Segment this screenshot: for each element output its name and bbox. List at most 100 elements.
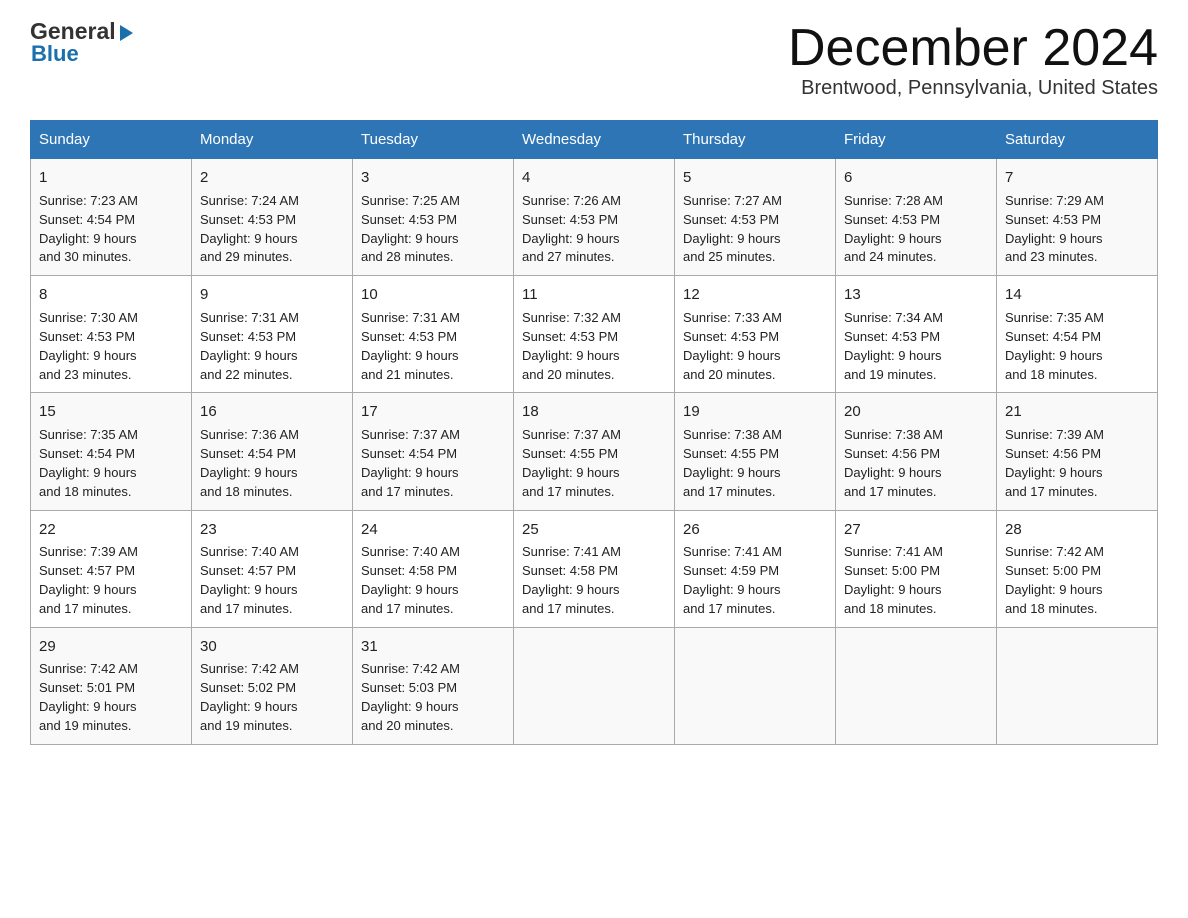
page-header: General Blue December 2024 Brentwood, Pe…: [30, 20, 1158, 100]
header-monday: Monday: [192, 121, 353, 159]
header-thursday: Thursday: [675, 121, 836, 159]
day-number: 7: [1005, 167, 1149, 189]
calendar-cell: 14 Sunrise: 7:35 AMSunset: 4:54 PMDaylig…: [997, 276, 1158, 393]
calendar-cell: [514, 627, 675, 744]
day-number: 9: [200, 284, 344, 306]
calendar-cell: 18 Sunrise: 7:37 AMSunset: 4:55 PMDaylig…: [514, 393, 675, 510]
day-number: 19: [683, 401, 827, 423]
day-number: 5: [683, 167, 827, 189]
day-number: 24: [361, 519, 505, 541]
day-info: Sunrise: 7:35 AMSunset: 4:54 PMDaylight:…: [39, 427, 138, 499]
calendar-cell: 1 Sunrise: 7:23 AMSunset: 4:54 PMDayligh…: [31, 159, 192, 276]
calendar-cell: 9 Sunrise: 7:31 AMSunset: 4:53 PMDayligh…: [192, 276, 353, 393]
calendar-cell: 28 Sunrise: 7:42 AMSunset: 5:00 PMDaylig…: [997, 510, 1158, 627]
day-info: Sunrise: 7:39 AMSunset: 4:56 PMDaylight:…: [1005, 427, 1104, 499]
day-number: 28: [1005, 519, 1149, 541]
calendar-cell: 4 Sunrise: 7:26 AMSunset: 4:53 PMDayligh…: [514, 159, 675, 276]
day-number: 11: [522, 284, 666, 306]
day-number: 22: [39, 519, 183, 541]
calendar-cell: 22 Sunrise: 7:39 AMSunset: 4:57 PMDaylig…: [31, 510, 192, 627]
day-info: Sunrise: 7:23 AMSunset: 4:54 PMDaylight:…: [39, 193, 138, 265]
day-info: Sunrise: 7:39 AMSunset: 4:57 PMDaylight:…: [39, 544, 138, 616]
day-info: Sunrise: 7:42 AMSunset: 5:03 PMDaylight:…: [361, 661, 460, 733]
day-info: Sunrise: 7:37 AMSunset: 4:55 PMDaylight:…: [522, 427, 621, 499]
day-number: 26: [683, 519, 827, 541]
calendar-cell: 16 Sunrise: 7:36 AMSunset: 4:54 PMDaylig…: [192, 393, 353, 510]
day-info: Sunrise: 7:28 AMSunset: 4:53 PMDaylight:…: [844, 193, 943, 265]
day-info: Sunrise: 7:41 AMSunset: 4:59 PMDaylight:…: [683, 544, 782, 616]
day-number: 15: [39, 401, 183, 423]
calendar-cell: 24 Sunrise: 7:40 AMSunset: 4:58 PMDaylig…: [353, 510, 514, 627]
day-info: Sunrise: 7:42 AMSunset: 5:00 PMDaylight:…: [1005, 544, 1104, 616]
day-info: Sunrise: 7:42 AMSunset: 5:02 PMDaylight:…: [200, 661, 299, 733]
logo: General Blue: [30, 20, 133, 65]
day-info: Sunrise: 7:32 AMSunset: 4:53 PMDaylight:…: [522, 310, 621, 382]
day-info: Sunrise: 7:38 AMSunset: 4:56 PMDaylight:…: [844, 427, 943, 499]
day-number: 10: [361, 284, 505, 306]
day-number: 1: [39, 167, 183, 189]
day-info: Sunrise: 7:24 AMSunset: 4:53 PMDaylight:…: [200, 193, 299, 265]
calendar-cell: 8 Sunrise: 7:30 AMSunset: 4:53 PMDayligh…: [31, 276, 192, 393]
day-info: Sunrise: 7:41 AMSunset: 4:58 PMDaylight:…: [522, 544, 621, 616]
calendar-cell: 3 Sunrise: 7:25 AMSunset: 4:53 PMDayligh…: [353, 159, 514, 276]
location-subtitle: Brentwood, Pennsylvania, United States: [788, 77, 1158, 100]
day-number: 21: [1005, 401, 1149, 423]
calendar-cell: [997, 627, 1158, 744]
day-number: 12: [683, 284, 827, 306]
day-number: 16: [200, 401, 344, 423]
day-info: Sunrise: 7:29 AMSunset: 4:53 PMDaylight:…: [1005, 193, 1104, 265]
day-info: Sunrise: 7:31 AMSunset: 4:53 PMDaylight:…: [361, 310, 460, 382]
day-number: 6: [844, 167, 988, 189]
day-number: 8: [39, 284, 183, 306]
calendar-cell: 13 Sunrise: 7:34 AMSunset: 4:53 PMDaylig…: [836, 276, 997, 393]
header-tuesday: Tuesday: [353, 121, 514, 159]
day-number: 30: [200, 636, 344, 658]
calendar-cell: 5 Sunrise: 7:27 AMSunset: 4:53 PMDayligh…: [675, 159, 836, 276]
day-info: Sunrise: 7:25 AMSunset: 4:53 PMDaylight:…: [361, 193, 460, 265]
calendar-cell: 30 Sunrise: 7:42 AMSunset: 5:02 PMDaylig…: [192, 627, 353, 744]
title-section: December 2024 Brentwood, Pennsylvania, U…: [788, 20, 1158, 100]
calendar-cell: 29 Sunrise: 7:42 AMSunset: 5:01 PMDaylig…: [31, 627, 192, 744]
month-title: December 2024: [788, 20, 1158, 77]
day-info: Sunrise: 7:33 AMSunset: 4:53 PMDaylight:…: [683, 310, 782, 382]
calendar-week-row: 8 Sunrise: 7:30 AMSunset: 4:53 PMDayligh…: [31, 276, 1158, 393]
day-info: Sunrise: 7:34 AMSunset: 4:53 PMDaylight:…: [844, 310, 943, 382]
day-info: Sunrise: 7:40 AMSunset: 4:58 PMDaylight:…: [361, 544, 460, 616]
calendar-table: SundayMondayTuesdayWednesdayThursdayFrid…: [30, 120, 1158, 745]
day-info: Sunrise: 7:35 AMSunset: 4:54 PMDaylight:…: [1005, 310, 1104, 382]
calendar-cell: 26 Sunrise: 7:41 AMSunset: 4:59 PMDaylig…: [675, 510, 836, 627]
day-number: 25: [522, 519, 666, 541]
calendar-week-row: 22 Sunrise: 7:39 AMSunset: 4:57 PMDaylig…: [31, 510, 1158, 627]
calendar-cell: [675, 627, 836, 744]
calendar-week-row: 15 Sunrise: 7:35 AMSunset: 4:54 PMDaylig…: [31, 393, 1158, 510]
day-number: 13: [844, 284, 988, 306]
day-info: Sunrise: 7:31 AMSunset: 4:53 PMDaylight:…: [200, 310, 299, 382]
header-friday: Friday: [836, 121, 997, 159]
day-info: Sunrise: 7:38 AMSunset: 4:55 PMDaylight:…: [683, 427, 782, 499]
day-number: 31: [361, 636, 505, 658]
calendar-cell: 6 Sunrise: 7:28 AMSunset: 4:53 PMDayligh…: [836, 159, 997, 276]
day-number: 4: [522, 167, 666, 189]
calendar-cell: 17 Sunrise: 7:37 AMSunset: 4:54 PMDaylig…: [353, 393, 514, 510]
calendar-cell: 19 Sunrise: 7:38 AMSunset: 4:55 PMDaylig…: [675, 393, 836, 510]
logo-general-text: General: [30, 20, 116, 43]
calendar-cell: 15 Sunrise: 7:35 AMSunset: 4:54 PMDaylig…: [31, 393, 192, 510]
calendar-week-row: 1 Sunrise: 7:23 AMSunset: 4:54 PMDayligh…: [31, 159, 1158, 276]
header-sunday: Sunday: [31, 121, 192, 159]
day-info: Sunrise: 7:40 AMSunset: 4:57 PMDaylight:…: [200, 544, 299, 616]
calendar-cell: 2 Sunrise: 7:24 AMSunset: 4:53 PMDayligh…: [192, 159, 353, 276]
header-wednesday: Wednesday: [514, 121, 675, 159]
calendar-week-row: 29 Sunrise: 7:42 AMSunset: 5:01 PMDaylig…: [31, 627, 1158, 744]
calendar-cell: 7 Sunrise: 7:29 AMSunset: 4:53 PMDayligh…: [997, 159, 1158, 276]
day-number: 14: [1005, 284, 1149, 306]
day-number: 29: [39, 636, 183, 658]
day-info: Sunrise: 7:42 AMSunset: 5:01 PMDaylight:…: [39, 661, 138, 733]
day-number: 23: [200, 519, 344, 541]
calendar-cell: 25 Sunrise: 7:41 AMSunset: 4:58 PMDaylig…: [514, 510, 675, 627]
calendar-cell: 20 Sunrise: 7:38 AMSunset: 4:56 PMDaylig…: [836, 393, 997, 510]
day-info: Sunrise: 7:27 AMSunset: 4:53 PMDaylight:…: [683, 193, 782, 265]
calendar-cell: 21 Sunrise: 7:39 AMSunset: 4:56 PMDaylig…: [997, 393, 1158, 510]
calendar-header-row: SundayMondayTuesdayWednesdayThursdayFrid…: [31, 121, 1158, 159]
calendar-cell: 27 Sunrise: 7:41 AMSunset: 5:00 PMDaylig…: [836, 510, 997, 627]
header-saturday: Saturday: [997, 121, 1158, 159]
